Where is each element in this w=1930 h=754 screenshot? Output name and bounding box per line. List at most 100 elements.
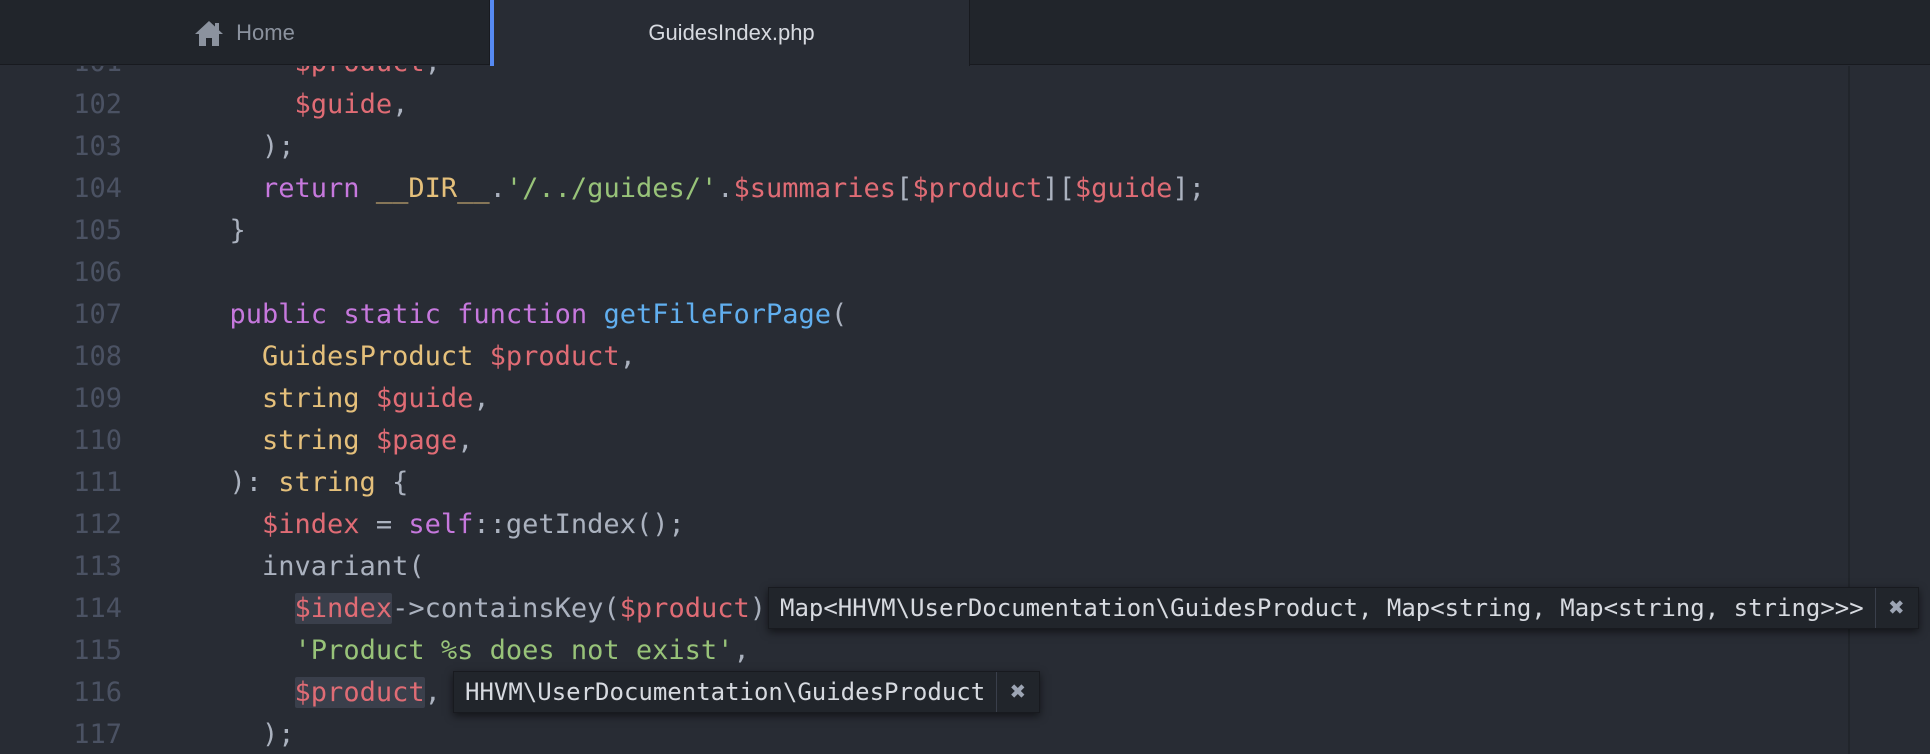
code-text: 'Product %s does not exist', [197, 630, 750, 672]
code-token: ::getIndex(); [473, 509, 685, 540]
code-token: . [489, 173, 506, 204]
code-line: 110 string $page, [0, 420, 1848, 462]
tab-label: GuidesIndex.php [648, 20, 815, 45]
line-number: 107 [73, 299, 122, 330]
code-token: } [197, 215, 246, 246]
code-token: string [278, 467, 376, 498]
code-text: string $guide, [197, 378, 490, 420]
line-number: 111 [73, 467, 122, 498]
code-line: 112 $index = self::getIndex(); [0, 504, 1848, 546]
line-number: 108 [73, 341, 122, 372]
line-number: 117 [73, 719, 122, 750]
code-text: } [197, 210, 246, 252]
type-hint-text: Map<HHVM\UserDocumentation\GuidesProduct… [780, 594, 1864, 622]
code-line: 103 ); [0, 126, 1848, 168]
tab-label: Home [236, 19, 295, 45]
type-hint-tooltip: Map<HHVM\UserDocumentation\GuidesProduct… [768, 587, 1919, 629]
code-token: $summaries [733, 173, 897, 204]
code-token: , [619, 341, 636, 372]
code-token: , [473, 383, 490, 414]
close-icon[interactable]: ✖ [996, 672, 1039, 712]
code-token: ][ [1042, 173, 1075, 204]
close-icon[interactable]: ✖ [1874, 588, 1918, 628]
code-text: GuidesProduct $product, [197, 336, 636, 378]
line-number: 109 [73, 383, 122, 414]
code-token: , [392, 89, 409, 120]
line-number: 102 [73, 89, 122, 120]
line-number: 116 [73, 677, 122, 708]
line-number: 101 [0, 66, 122, 84]
code-lines: 101 $product,102 $guide,103 );104 return… [0, 66, 1848, 754]
tab-guidesindex[interactable]: GuidesIndex.php [490, 0, 970, 66]
type-hint-tooltip: HHVM\UserDocumentation\GuidesProduct ✖ [453, 671, 1041, 713]
code-token: function [457, 299, 588, 330]
code-token: , [733, 635, 750, 666]
code-line: 117 ); [0, 714, 1848, 754]
code-text: return __DIR__.'/../guides/'.$summaries[… [197, 168, 1205, 210]
code-text: $index->containsKey($product), [197, 588, 782, 630]
code-token: GuidesProduct [262, 341, 474, 372]
home-icon [194, 19, 224, 47]
code-token: $guide [375, 383, 474, 414]
code-token: return [262, 173, 360, 204]
code-token: invariant( [197, 551, 425, 582]
line-number: 112 [73, 509, 122, 540]
code-token: $index [294, 593, 393, 624]
code-line: 109 string $guide, [0, 378, 1848, 420]
line-number: 114 [73, 593, 122, 624]
code-token: ->containsKey( [392, 593, 620, 624]
code-token: public [229, 299, 328, 330]
code-text: string $page, [197, 420, 473, 462]
code-token: ); [197, 719, 295, 750]
line-number: 104 [73, 173, 122, 204]
code-token: $page [375, 425, 458, 456]
line-number: 106 [73, 257, 122, 288]
code-line: 106 [0, 252, 1848, 294]
code-line: 107 public static function getFileForPag… [0, 294, 1848, 336]
code-editor[interactable]: 101 $product,102 $guide,103 );104 return… [0, 66, 1848, 754]
code-text: $guide, [197, 84, 409, 126]
code-token: , [424, 677, 441, 708]
code-token: 'Product %s does not exist' [294, 635, 734, 666]
code-token: = [359, 509, 409, 540]
code-token: string [262, 425, 360, 456]
code-token: , [425, 66, 441, 78]
code-token: { [375, 467, 409, 498]
code-line: 104 return __DIR__.'/../guides/'.$summar… [0, 168, 1848, 210]
code-token: [ [896, 173, 913, 204]
code-token: ]; [1172, 173, 1205, 204]
code-token: ): [197, 467, 279, 498]
tab-bar-empty-area [971, 0, 1930, 65]
code-token: $index [262, 509, 360, 540]
tab-home[interactable]: Home [0, 0, 490, 65]
tab-bar: Home GuidesIndex.php [0, 0, 1930, 66]
code-line: 115 'Product %s does not exist', [0, 630, 1848, 672]
code-token: getFileForPage [603, 299, 832, 330]
code-token: $guide [1074, 173, 1173, 204]
code-token: $product [619, 593, 750, 624]
code-token: __DIR__ [375, 173, 490, 204]
code-line: 101 $product, [0, 66, 1848, 84]
code-token: , [457, 425, 474, 456]
line-number: 115 [73, 635, 122, 666]
line-number: 105 [73, 215, 122, 246]
code-text: $product, [197, 672, 441, 714]
code-token: self [408, 509, 474, 540]
vertical-scrollbar[interactable] [1848, 66, 1930, 754]
code-token: string [262, 383, 360, 414]
line-number: 113 [73, 551, 122, 582]
